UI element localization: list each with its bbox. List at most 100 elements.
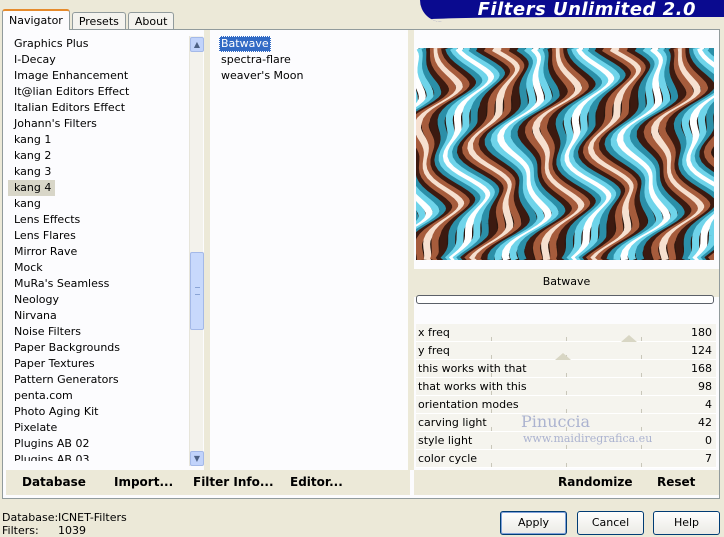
apply-button[interactable]: Apply bbox=[500, 511, 567, 535]
category-item[interactable]: kang 4 bbox=[8, 180, 56, 196]
category-item[interactable]: kang 3 bbox=[8, 164, 188, 180]
filters-label: Filters: bbox=[2, 524, 39, 537]
slider-tick bbox=[566, 391, 567, 395]
slider-tick bbox=[566, 409, 567, 413]
filter-item[interactable]: weaver's Moon bbox=[219, 68, 399, 84]
filter-list[interactable]: Batwave spectra-flare weaver's Moon bbox=[219, 36, 399, 84]
slider-tick bbox=[641, 409, 642, 413]
preview-filter-name: Batwave bbox=[542, 275, 591, 288]
category-item[interactable]: Lens Effects bbox=[8, 212, 188, 228]
parameter-value: 7 bbox=[705, 452, 712, 465]
filters-count: 1039 bbox=[58, 524, 86, 537]
help-button[interactable]: Help bbox=[653, 511, 720, 535]
category-item[interactable]: Image Enhancement bbox=[8, 68, 188, 84]
slider-tick bbox=[641, 427, 642, 431]
parameter-row[interactable]: that works with this 98 bbox=[416, 378, 716, 396]
category-item[interactable]: Plugins AB 02 bbox=[8, 436, 188, 452]
parameter-row[interactable]: this works with that 168 bbox=[416, 360, 716, 378]
grip-icon bbox=[195, 287, 200, 295]
title-banner: Filters Unlimited 2.0 bbox=[420, 0, 724, 22]
parameter-value: 98 bbox=[698, 380, 712, 393]
parameter-label: y freq bbox=[418, 344, 450, 357]
category-item[interactable]: I-Decay bbox=[8, 52, 188, 68]
category-item[interactable]: Graphics Plus bbox=[8, 36, 188, 52]
cancel-button[interactable]: Cancel bbox=[577, 511, 644, 535]
database-value: ICNET-Filters bbox=[58, 511, 127, 524]
category-item[interactable]: It@lian Editors Effect bbox=[8, 84, 188, 100]
randomize-button[interactable]: Randomize bbox=[558, 475, 632, 489]
slider-tick bbox=[566, 445, 567, 449]
slider-tick bbox=[566, 337, 567, 341]
category-item[interactable]: kang 1 bbox=[8, 132, 188, 148]
database-button[interactable]: Database bbox=[22, 475, 86, 489]
parameter-row[interactable]: orientation modes 4 bbox=[416, 396, 716, 414]
category-item[interactable]: Johann's Filters bbox=[8, 116, 188, 132]
parameter-row[interactable]: y freq 124 bbox=[416, 342, 716, 360]
banner-title: Filters Unlimited 2.0 bbox=[477, 0, 696, 20]
category-item[interactable]: Pattern Generators bbox=[8, 372, 188, 388]
category-item[interactable]: kang bbox=[8, 196, 188, 212]
category-item[interactable]: penta.com bbox=[8, 388, 188, 404]
scroll-thumb[interactable] bbox=[190, 252, 204, 330]
filter-info-button[interactable]: Filter Info... bbox=[193, 475, 274, 489]
slider-tick bbox=[641, 337, 642, 341]
category-item[interactable]: Noise Filters bbox=[8, 324, 188, 340]
category-scrollbar[interactable]: ▲ ▼ bbox=[189, 36, 204, 466]
filter-preview bbox=[416, 48, 714, 260]
category-item[interactable]: Paper Textures bbox=[8, 356, 188, 372]
slider-thumb[interactable] bbox=[555, 353, 571, 360]
slider-tick bbox=[641, 373, 642, 377]
parameter-label: orientation modes bbox=[418, 398, 519, 411]
right-button-bar: Randomize Reset bbox=[414, 470, 719, 495]
slider-tick bbox=[566, 427, 567, 431]
slider-tick bbox=[491, 463, 492, 467]
slider-thumb[interactable] bbox=[621, 335, 637, 342]
category-item[interactable]: Nirvana bbox=[8, 308, 188, 324]
category-list[interactable]: Graphics Plus I-Decay Image Enhancement It@… bbox=[8, 36, 188, 461]
progress-bar bbox=[416, 295, 714, 304]
category-item[interactable]: Mirror Rave bbox=[8, 244, 188, 260]
tab-presets[interactable]: Presets bbox=[71, 12, 126, 30]
chevron-down-icon: ▼ bbox=[193, 454, 201, 463]
left-button-bar: Database Import... Filter Info... Editor… bbox=[6, 470, 410, 495]
slider-tick bbox=[491, 445, 492, 449]
reset-button[interactable]: Reset bbox=[657, 475, 695, 489]
category-item[interactable]: Neology bbox=[8, 292, 188, 308]
status-info: Database: ICNET-Filters Filters: 1039 bbox=[2, 511, 127, 537]
scroll-up-button[interactable]: ▲ bbox=[190, 37, 204, 52]
navigator-panel: Graphics Plus I-Decay Image Enhancement It@… bbox=[2, 29, 720, 499]
chevron-up-icon: ▲ bbox=[193, 40, 201, 49]
category-item[interactable]: Lens Flares bbox=[8, 228, 188, 244]
slider-tick bbox=[641, 391, 642, 395]
tab-navigator[interactable]: Navigator bbox=[2, 9, 70, 30]
category-item[interactable]: Photo Aging Kit bbox=[8, 404, 188, 420]
import-button[interactable]: Import... bbox=[114, 475, 173, 489]
parameter-value: 180 bbox=[691, 326, 712, 339]
parameter-row[interactable]: color cycle 7 bbox=[416, 450, 716, 468]
scroll-down-button[interactable]: ▼ bbox=[190, 451, 204, 466]
category-item[interactable]: Mock bbox=[8, 260, 188, 276]
slider-tick bbox=[641, 463, 642, 467]
tab-about[interactable]: About bbox=[127, 12, 175, 30]
category-item[interactable]: Plugins AB 03 bbox=[8, 452, 188, 461]
parameter-row[interactable]: x freq 180 bbox=[416, 324, 716, 342]
category-item[interactable]: Paper Backgrounds bbox=[8, 340, 188, 356]
category-item[interactable]: MuRa's Seamless bbox=[8, 276, 188, 292]
parameter-row[interactable]: carving light 42 bbox=[416, 414, 716, 432]
slider-tick bbox=[641, 445, 642, 449]
slider-tick bbox=[491, 355, 492, 359]
category-item[interactable]: kang 2 bbox=[8, 148, 188, 164]
filter-item[interactable]: Batwave bbox=[219, 36, 271, 52]
parameter-label: this works with that bbox=[418, 362, 527, 375]
splitter-left[interactable] bbox=[204, 30, 210, 470]
splitter-right[interactable] bbox=[408, 30, 414, 470]
editor-button[interactable]: Editor... bbox=[290, 475, 343, 489]
parameter-value: 4 bbox=[705, 398, 712, 411]
parameter-row[interactable]: style light 0 bbox=[416, 432, 716, 450]
category-item[interactable]: Pixelate bbox=[8, 420, 188, 436]
filter-item[interactable]: spectra-flare bbox=[219, 52, 399, 68]
parameter-list: x freq 180 y freq 124 this works with that 16… bbox=[416, 324, 716, 468]
parameter-value: 0 bbox=[705, 434, 712, 447]
parameter-label: style light bbox=[418, 434, 473, 447]
category-item[interactable]: Italian Editors Effect bbox=[8, 100, 188, 116]
